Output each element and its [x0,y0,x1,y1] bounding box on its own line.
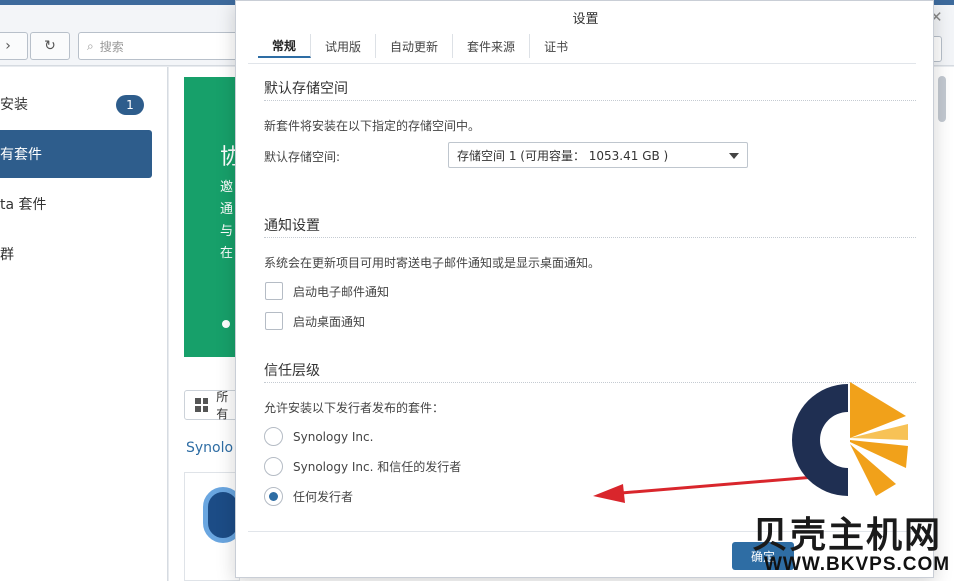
tab-auto-update[interactable]: 自动更新 [376,34,454,58]
notify-description: 系统会在更新项目可用时寄送电子邮件通知或是显示桌面通知。 [264,256,601,270]
trust-option-label: 任何发行者 [293,490,354,504]
trust-option-label: Synology Inc. 和信任的发行者 [293,460,462,474]
desktop-notify-checkbox[interactable] [265,312,283,330]
watermark-url: WWW.BKVPS.COM [764,554,951,575]
trust-description: 允许安装以下发行者发布的套件： [264,401,445,415]
desktop-notify-option[interactable]: 启动桌面通知 [265,312,365,330]
sidebar-item-community[interactable]: 群 [0,230,152,278]
email-notify-label: 启动电子邮件通知 [293,284,390,299]
sidebar-item-label: 有套件 [0,147,42,163]
notify-section-title: 通知设置 [264,218,320,234]
section-divider [264,100,916,101]
trust-radio-synology-trusted[interactable] [264,457,283,476]
banner-line: 与 [220,224,234,239]
storage-select[interactable]: 存储空间 1 (可用容量： 1053.41 GB ) [448,142,748,168]
view-toggle-button[interactable]: 所有 [184,390,240,421]
search-input[interactable]: ⌕ 搜索 [78,32,248,60]
email-notify-checkbox[interactable] [265,282,283,300]
trust-option-synology-trusted[interactable]: Synology Inc. 和信任的发行者 [264,457,461,476]
storage-field-label: 默认存储空间: [264,150,341,164]
storage-description: 新套件将安装在以下指定的存储空间中。 [264,119,481,133]
tab-divider [248,63,916,64]
trust-option-label: Synology Inc. [293,429,374,444]
caret-down-icon [729,153,739,159]
sidebar-item-label: ta 套件 [0,197,47,213]
tab-general[interactable]: 常规 [258,34,312,58]
grid-icon [195,398,209,412]
banner-line: 在 [220,246,234,261]
email-notify-option[interactable]: 启动电子邮件通知 [265,282,389,300]
back-button[interactable]: › [0,32,28,60]
dialog-title: 设置 [572,12,599,27]
refresh-button[interactable]: ↻ [30,32,70,60]
trust-radio-any[interactable] [264,487,283,506]
storage-select-value: 存储空间 1 (可用容量： 1053.41 GB ) [457,148,669,163]
tab-trial[interactable]: 试用版 [311,34,377,58]
search-placeholder: 搜索 [99,39,124,54]
section-divider [264,237,916,238]
sidebar-item-label: 群 [0,247,14,263]
banner-text: 邀 通 与 在 [220,177,236,265]
update-badge: 1 [116,95,144,115]
sidebar-item-all-packages[interactable]: 有套件 [0,130,152,178]
tab-certificate[interactable]: 证书 [530,34,582,58]
search-icon: ⌕ [87,38,94,53]
sidebar-item-beta[interactable]: ta 套件 [0,180,152,228]
banner-line: 通 [220,202,234,217]
tab-bar: 常规 试用版 自动更新 套件来源 证书 [258,34,582,62]
desktop-notify-label: 启动桌面通知 [293,314,366,329]
bkvps-logo-icon [792,382,908,496]
trust-section-title: 信任层级 [264,363,320,379]
section-link[interactable]: Synolo [186,440,233,456]
banner-line: 邀 [220,180,234,195]
trust-radio-synology[interactable] [264,427,283,446]
sidebar-item-label: 安装 [0,97,28,113]
tab-package-sources[interactable]: 套件来源 [453,34,531,58]
watermark-name: 贝壳主机网 [752,514,943,556]
refresh-icon: ↻ [44,38,56,54]
trust-option-synology[interactable]: Synology Inc. [264,427,373,446]
package-card[interactable] [184,472,243,581]
trust-option-any[interactable]: 任何发行者 [264,487,353,506]
scrollbar[interactable] [938,76,946,122]
storage-section-title: 默认存储空间 [264,81,348,97]
carousel-dot[interactable] [222,320,230,328]
back-icon: › [5,38,11,54]
